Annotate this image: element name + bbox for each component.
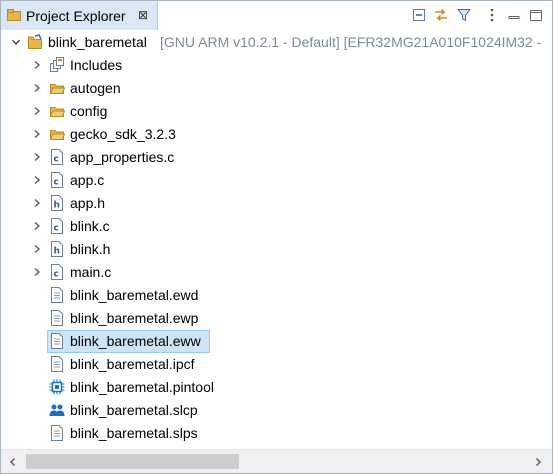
tree-row-app-properties-c[interactable]: c app_properties.c: [1, 146, 552, 169]
filter-icon[interactable]: [456, 7, 472, 23]
chevron-right-icon[interactable]: [31, 243, 43, 255]
chevron-right-icon[interactable]: [31, 197, 43, 209]
tree-item-label: blink.c: [70, 218, 110, 234]
project-tree: blink_baremetal [GNU ARM v10.2.1 - Defau…: [1, 31, 552, 449]
view-header: Project Explorer ⊠: [1, 1, 552, 31]
tree-item-label: blink_baremetal.pintool: [70, 379, 214, 395]
c-file-icon: c: [51, 172, 63, 188]
tree-row-pintool[interactable]: blink_baremetal.pintool: [1, 376, 552, 399]
folder-icon: [49, 130, 65, 140]
tree-row-gecko-sdk[interactable]: gecko_sdk_3.2.3: [1, 123, 552, 146]
tree-row-ewp[interactable]: blink_baremetal.ewp: [1, 307, 552, 330]
minimize-icon[interactable]: [506, 7, 522, 23]
h-file-icon: h: [51, 195, 63, 211]
chevron-right-icon[interactable]: [31, 128, 43, 140]
tree-item-label: blink_baremetal.ewp: [70, 310, 199, 326]
project-decoration: [GNU ARM v10.2.1 - Default] [EFR32MG21A0…: [160, 34, 542, 50]
chevron-right-icon[interactable]: [31, 82, 43, 94]
c-file-icon: c: [51, 264, 63, 280]
text-file-icon: [51, 287, 63, 303]
tree-row-ipcf[interactable]: blink_baremetal.ipcf: [1, 353, 552, 376]
tree-item-label: app.h: [70, 195, 106, 211]
scrollbar-thumb[interactable]: [26, 454, 239, 469]
tree-row-app-h[interactable]: h app.h: [1, 192, 552, 215]
tree-item-label: app_properties.c: [70, 149, 175, 165]
svg-text:c: c: [54, 178, 59, 188]
tree-row-blink-c[interactable]: c blink.c: [1, 215, 552, 238]
svg-text:c: c: [54, 270, 59, 280]
text-file-icon: [51, 333, 63, 349]
text-file-icon: [51, 356, 63, 372]
chevron-right-icon[interactable]: [31, 59, 43, 71]
tree-item-label: blink_baremetal.ewd: [70, 287, 199, 303]
tree-row-main-c[interactable]: c main.c: [1, 261, 552, 284]
tree-row-config[interactable]: config: [1, 100, 552, 123]
maximize-icon[interactable]: [528, 7, 544, 23]
c-file-icon: c: [51, 149, 63, 165]
chevron-down-icon[interactable]: [10, 36, 22, 48]
c-file-icon: c: [51, 218, 63, 234]
chevron-right-icon[interactable]: [31, 174, 43, 186]
tree-row-slps[interactable]: blink_baremetal.slps: [1, 422, 552, 445]
chevron-right-icon[interactable]: [31, 266, 43, 278]
includes-icon: [50, 57, 64, 72]
tree-item-label: Includes: [70, 57, 123, 73]
tree-item-label: main.c: [70, 264, 112, 280]
svg-text:c: c: [54, 224, 59, 234]
svg-text:c: c: [54, 155, 59, 165]
tree-item-label: app.c: [70, 172, 105, 188]
tree-row-app-c[interactable]: c app.c: [1, 169, 552, 192]
h-file-icon: h: [51, 241, 63, 257]
project-explorer-icon: [7, 9, 21, 21]
chevron-right-icon[interactable]: [31, 220, 43, 232]
svg-text:h: h: [54, 201, 60, 211]
scroll-right-icon[interactable]: [532, 456, 544, 468]
tab-title: Project Explorer: [26, 8, 126, 24]
chip-icon: [49, 379, 65, 395]
tree-row-includes[interactable]: Includes: [1, 54, 552, 77]
chevron-right-icon[interactable]: [31, 151, 43, 163]
tree-row-autogen[interactable]: autogen: [1, 77, 552, 100]
tree-item-label: config: [70, 103, 108, 119]
tree-row-ewd[interactable]: blink_baremetal.ewd: [1, 284, 552, 307]
tree-row-slcp[interactable]: blink_baremetal.slcp: [1, 399, 552, 422]
tree-item-label: blink_baremetal.slcp: [70, 402, 198, 418]
tree-row-eww-selected[interactable]: blink_baremetal.eww: [1, 330, 552, 353]
tree-item-label: blink.h: [70, 241, 111, 257]
svg-text:h: h: [54, 247, 60, 257]
link-with-editor-icon[interactable]: [433, 7, 449, 23]
tree-row-blink-h[interactable]: h blink.h: [1, 238, 552, 261]
project-icon: [28, 34, 42, 49]
tree-item-label: gecko_sdk_3.2.3: [70, 126, 176, 142]
collapse-all-icon[interactable]: [411, 7, 427, 23]
scroll-left-icon[interactable]: [7, 456, 19, 468]
slcp-icon: [49, 404, 65, 416]
tab-project-explorer[interactable]: Project Explorer ⊠: [1, 1, 158, 30]
chevron-right-icon[interactable]: [31, 105, 43, 117]
project-name: blink_baremetal: [48, 34, 147, 50]
tree-row-project[interactable]: blink_baremetal [GNU ARM v10.2.1 - Defau…: [1, 31, 552, 54]
folder-icon: [49, 84, 65, 94]
tree-item-label: blink_baremetal.slps: [70, 425, 198, 441]
text-file-icon: [51, 310, 63, 326]
tree-item-label: autogen: [70, 80, 121, 96]
tree-item-label: blink_baremetal.ipcf: [70, 356, 195, 372]
text-file-icon: [51, 425, 63, 441]
horizontal-scrollbar[interactable]: [1, 449, 552, 473]
tree-item-label: blink_baremetal.eww: [70, 333, 201, 349]
project-explorer-panel: Project Explorer ⊠ blink_baremetal [GNU …: [0, 0, 553, 474]
close-icon[interactable]: ⊠: [138, 7, 148, 23]
folder-icon: [49, 107, 65, 117]
view-menu-icon[interactable]: [484, 7, 500, 23]
